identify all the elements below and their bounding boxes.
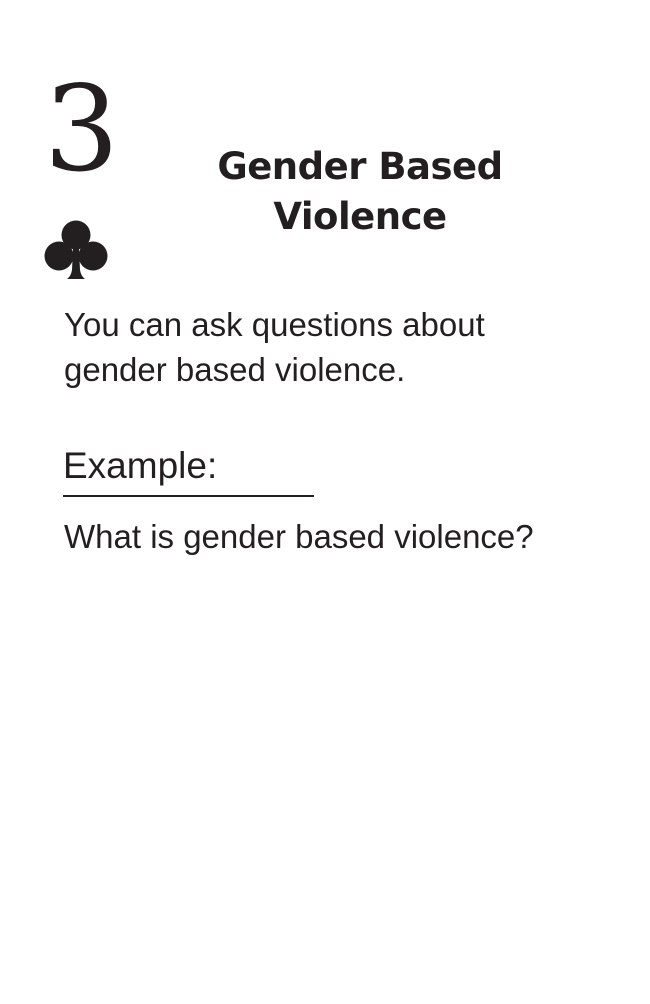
playing-card: 3 Gender Based Violence You can ask ques…: [0, 0, 650, 1004]
club-icon: [44, 220, 108, 279]
card-title-line-1: Gender Based: [217, 145, 503, 188]
card-description-line-2: gender based violence.: [64, 351, 406, 388]
card-title-line-2: Violence: [273, 195, 447, 238]
example-heading: Example:: [63, 445, 218, 486]
card-title: Gender Based Violence: [190, 142, 530, 242]
card-description: You can ask questions about gender based…: [64, 302, 624, 392]
example-question: What is gender based violence?: [64, 518, 534, 555]
card-rank: 3: [44, 60, 120, 198]
example-underline: [63, 495, 314, 497]
card-description-line-1: You can ask questions about: [64, 306, 485, 343]
